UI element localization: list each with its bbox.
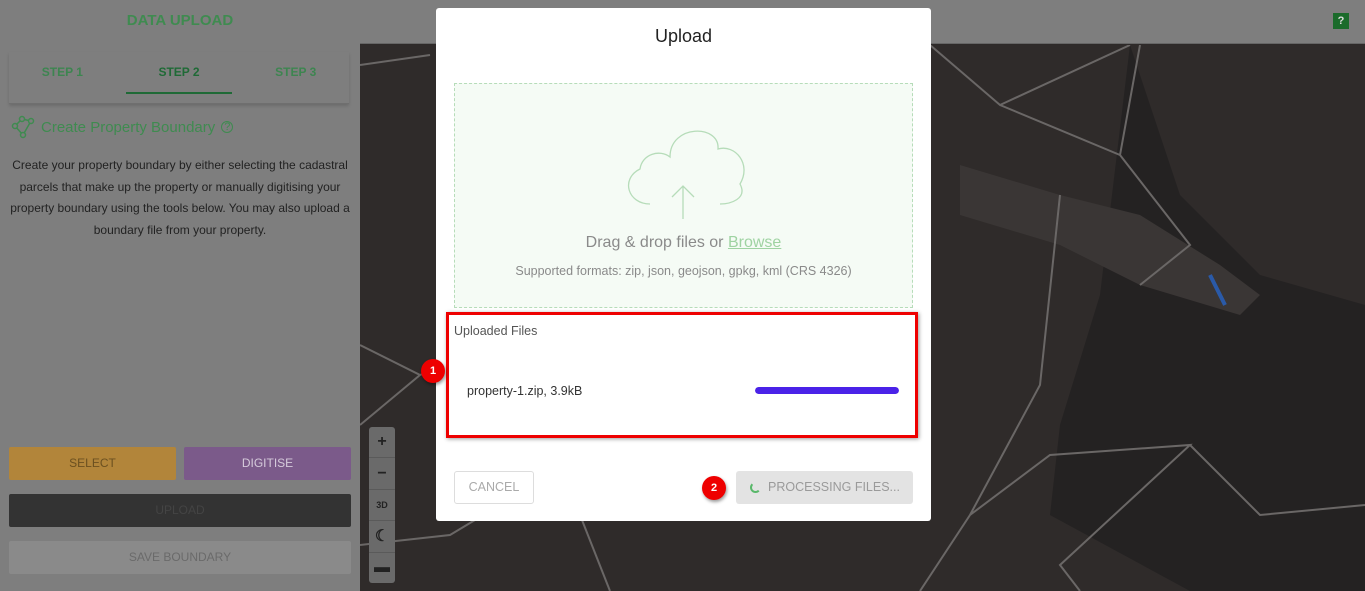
section-title: Create Property Boundary <box>41 118 216 136</box>
annotation-badge-1: 1 <box>421 359 445 383</box>
sidebar-title: DATA UPLOAD <box>126 12 234 29</box>
help-circle-icon[interactable]: ? <box>221 121 234 133</box>
drop-text: Drag & drop files or <box>585 234 724 251</box>
polygon-icon <box>11 115 35 139</box>
highlight-box <box>446 312 918 438</box>
print-icon[interactable]: ▬ <box>369 553 395 583</box>
supported-formats: Supported formats: zip, json, geojson, g… <box>515 264 852 278</box>
section-header: Create Property Boundary ? <box>9 114 234 140</box>
description: Create your property boundary by either … <box>10 158 350 237</box>
map-controls: + − 3D ☾ ▬ <box>369 427 395 583</box>
cloud-upload-icon <box>628 130 745 219</box>
sidebar: DATA UPLOAD STEP 1 STEP 2 STEP 3 Create … <box>0 0 360 591</box>
processing-files-button[interactable]: PROCESSING FILES... <box>736 471 913 504</box>
spinner-icon <box>750 482 761 493</box>
drop-zone[interactable]: Drag & drop files or Browse Supported fo… <box>454 83 913 308</box>
modal-title: Upload <box>654 26 713 46</box>
help-button[interactable]: ? <box>1333 13 1349 29</box>
upload-modal: Upload Drag & drop files or Browse Suppo… <box>436 8 931 521</box>
digitise-button[interactable]: DIGITISE <box>184 447 351 480</box>
tab-step-2[interactable]: STEP 2 <box>125 52 233 94</box>
tab-step-3[interactable]: STEP 3 <box>242 52 349 103</box>
save-boundary-button[interactable]: SAVE BOUNDARY <box>9 541 351 574</box>
upload-button[interactable]: UPLOAD <box>9 494 351 527</box>
browse-link[interactable]: Browse <box>728 234 781 251</box>
3d-toggle-button[interactable]: 3D <box>369 490 395 522</box>
cancel-button[interactable]: CANCEL <box>454 471 534 504</box>
processing-label: PROCESSING FILES... <box>768 480 900 494</box>
step-tabs: STEP 1 STEP 2 STEP 3 <box>9 52 349 104</box>
tab-step-1[interactable]: STEP 1 <box>9 52 116 103</box>
select-button[interactable]: SELECT <box>9 447 176 480</box>
night-mode-icon[interactable]: ☾ <box>369 521 395 553</box>
annotation-badge-2: 2 <box>702 476 726 500</box>
zoom-out-button[interactable]: − <box>369 458 395 490</box>
zoom-in-button[interactable]: + <box>369 427 395 459</box>
